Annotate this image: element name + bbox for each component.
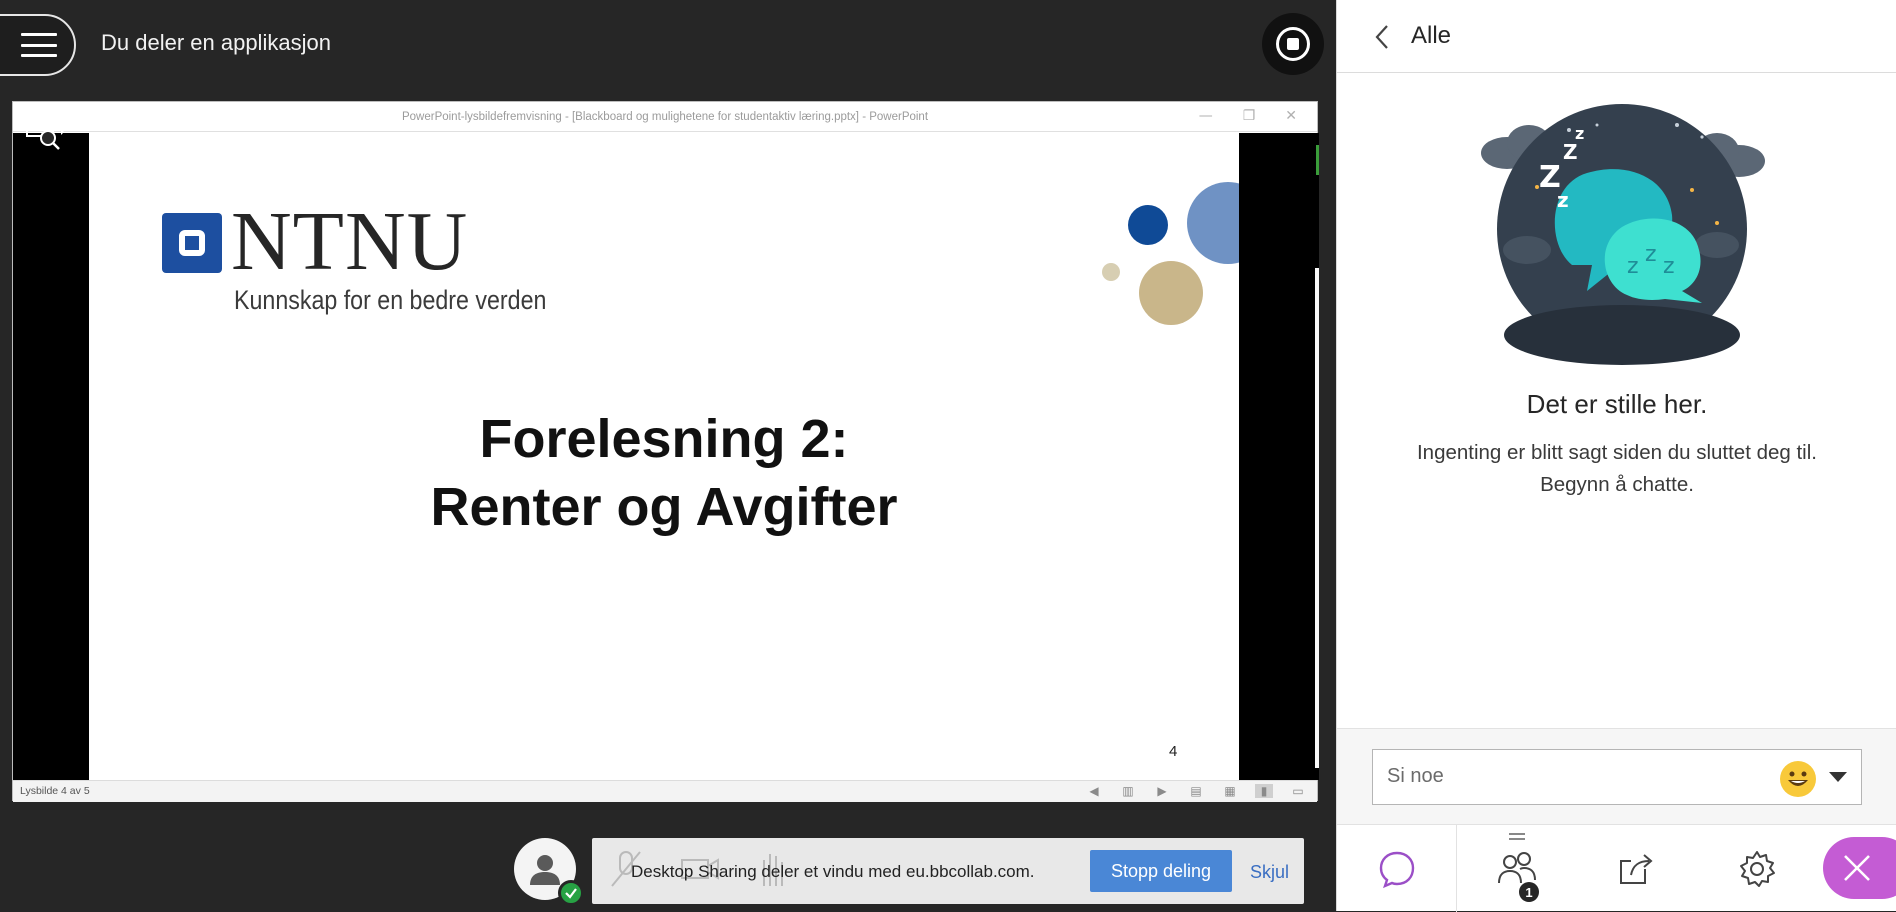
ntnu-logo-icon — [162, 213, 222, 273]
empty-subtext: Ingenting er blitt sagt siden du sluttet… — [1337, 437, 1896, 501]
share-content-icon — [1620, 853, 1653, 884]
slideshow-icon: ▭ — [1292, 784, 1304, 798]
sorter-view-icon: ▦ — [1224, 784, 1236, 798]
chat-tab[interactable] — [1337, 825, 1457, 912]
restore-icon: ❐ — [1242, 108, 1256, 124]
quiet-chat-illustration: Z Z z z z z z — [1481, 104, 1765, 365]
chat-icon — [1379, 851, 1414, 888]
hide-link[interactable]: Skjul — [1250, 862, 1289, 883]
slide-title-line2: Renter og Avgifter — [430, 477, 898, 537]
magnifier-icon — [26, 115, 64, 150]
compose-area — [1337, 728, 1896, 824]
minimize-icon: — — [1198, 108, 1213, 124]
panel-nav: 1 — [1337, 824, 1896, 912]
empty-line1: Ingenting er blitt sagt siden du sluttet… — [1416, 441, 1817, 464]
svg-text:z: z — [1575, 124, 1584, 143]
close-icon — [1844, 855, 1870, 881]
slide-counter: Lysbilde 4 av 5 — [20, 785, 90, 797]
status-controls: ◀ ▥ ▶ ▤ ▦ ▮ ▭ — [1085, 784, 1307, 798]
panel-title: Alle — [1411, 22, 1452, 49]
shared-window: PowerPoint-lysbildefremvisning - [Blackb… — [12, 101, 1319, 802]
normal-view-icon: ▤ — [1190, 784, 1202, 798]
user-avatar-icon — [530, 855, 560, 885]
reading-view-icon: ▮ — [1255, 784, 1273, 798]
slide-number: 4 — [1169, 743, 1178, 760]
drag-handle-icon — [1509, 833, 1525, 840]
slide: NTNU Kunnskap for en bedre verden Forele… — [89, 133, 1239, 780]
svg-text:z: z — [1663, 254, 1675, 279]
sharing-title: Du deler en applikasjon — [101, 30, 331, 55]
powerpoint-status-bar: Lysbilde 4 av 5 ◀ ▥ ▶ ▤ ▦ ▮ ▭ — [13, 780, 1317, 802]
slide-title-line1: Forelesning 2: — [479, 409, 849, 469]
svg-text:Z: Z — [1563, 140, 1578, 164]
settings-icon — [1740, 850, 1775, 887]
participants-badge: 1 — [1519, 882, 1539, 902]
powerpoint-titlebar: PowerPoint-lysbildefremvisning - [Blackb… — [13, 102, 1317, 132]
back-chevron-icon[interactable] — [1371, 22, 1393, 52]
chat-input[interactable] — [1385, 764, 1765, 789]
participants-tab[interactable]: 1 — [1457, 825, 1577, 912]
sharing-message: Desktop Sharing deler et vindu med eu.bb… — [631, 862, 1035, 881]
share-content-tab[interactable] — [1577, 825, 1697, 912]
decor-circle — [1102, 263, 1120, 281]
decor-circle — [1139, 261, 1203, 325]
magnifier-button[interactable] — [12, 104, 76, 162]
settings-tab[interactable] — [1697, 825, 1817, 912]
decor-circle — [1128, 205, 1168, 245]
menu-button[interactable] — [0, 14, 76, 76]
next-slide-icon: ▶ — [1157, 784, 1167, 798]
user-avatar[interactable] — [514, 838, 584, 906]
previous-slide-icon: ◀ — [1089, 784, 1099, 798]
chat-panel: Alle Z Z z z z z z Det er stille her. In… — [1336, 0, 1896, 912]
svg-text:z: z — [1627, 254, 1639, 279]
slide-title: Forelesning 2: Renter og Avgifter — [89, 405, 1239, 541]
close-panel-button[interactable] — [1823, 837, 1896, 899]
caret-down-icon[interactable] — [1829, 772, 1847, 782]
decor-circle — [1187, 182, 1239, 264]
empty-heading: Det er stille her. — [1526, 389, 1708, 419]
ntnu-wordmark: NTNU — [231, 195, 469, 288]
slides-menu-icon: ▥ — [1122, 784, 1134, 798]
svg-text:z: z — [1557, 188, 1569, 212]
powerpoint-title: PowerPoint-lysbildefremvisning - [Blackb… — [401, 111, 929, 123]
compose-box — [1372, 749, 1862, 805]
stop-sharing-button[interactable]: Stopp deling — [1090, 850, 1232, 892]
window-controls: — ❐ ✕ — [1199, 108, 1297, 124]
svg-text:z: z — [1645, 242, 1657, 267]
stop-share-icon — [1276, 27, 1310, 61]
check-icon — [558, 880, 584, 906]
empty-line2: Begynn å chatte. — [1540, 473, 1694, 496]
main-area: Du deler en applikasjon PowerPoint-lysbi… — [0, 0, 1336, 911]
menu-icon — [21, 33, 57, 57]
ntnu-tagline: Kunnskap for en bedre verden — [234, 285, 547, 315]
slide-frame: NTNU Kunnskap for en bedre verden Forele… — [13, 133, 1319, 780]
desktop-sharing-bar: Desktop Sharing deler et vindu med eu.bb… — [592, 838, 1304, 904]
background-app-strip — [1239, 133, 1319, 780]
panel-header: Alle — [1337, 0, 1896, 73]
close-window-icon: ✕ — [1285, 108, 1297, 124]
stop-share-button[interactable] — [1262, 13, 1324, 75]
emoji-icon[interactable] — [1779, 760, 1817, 798]
